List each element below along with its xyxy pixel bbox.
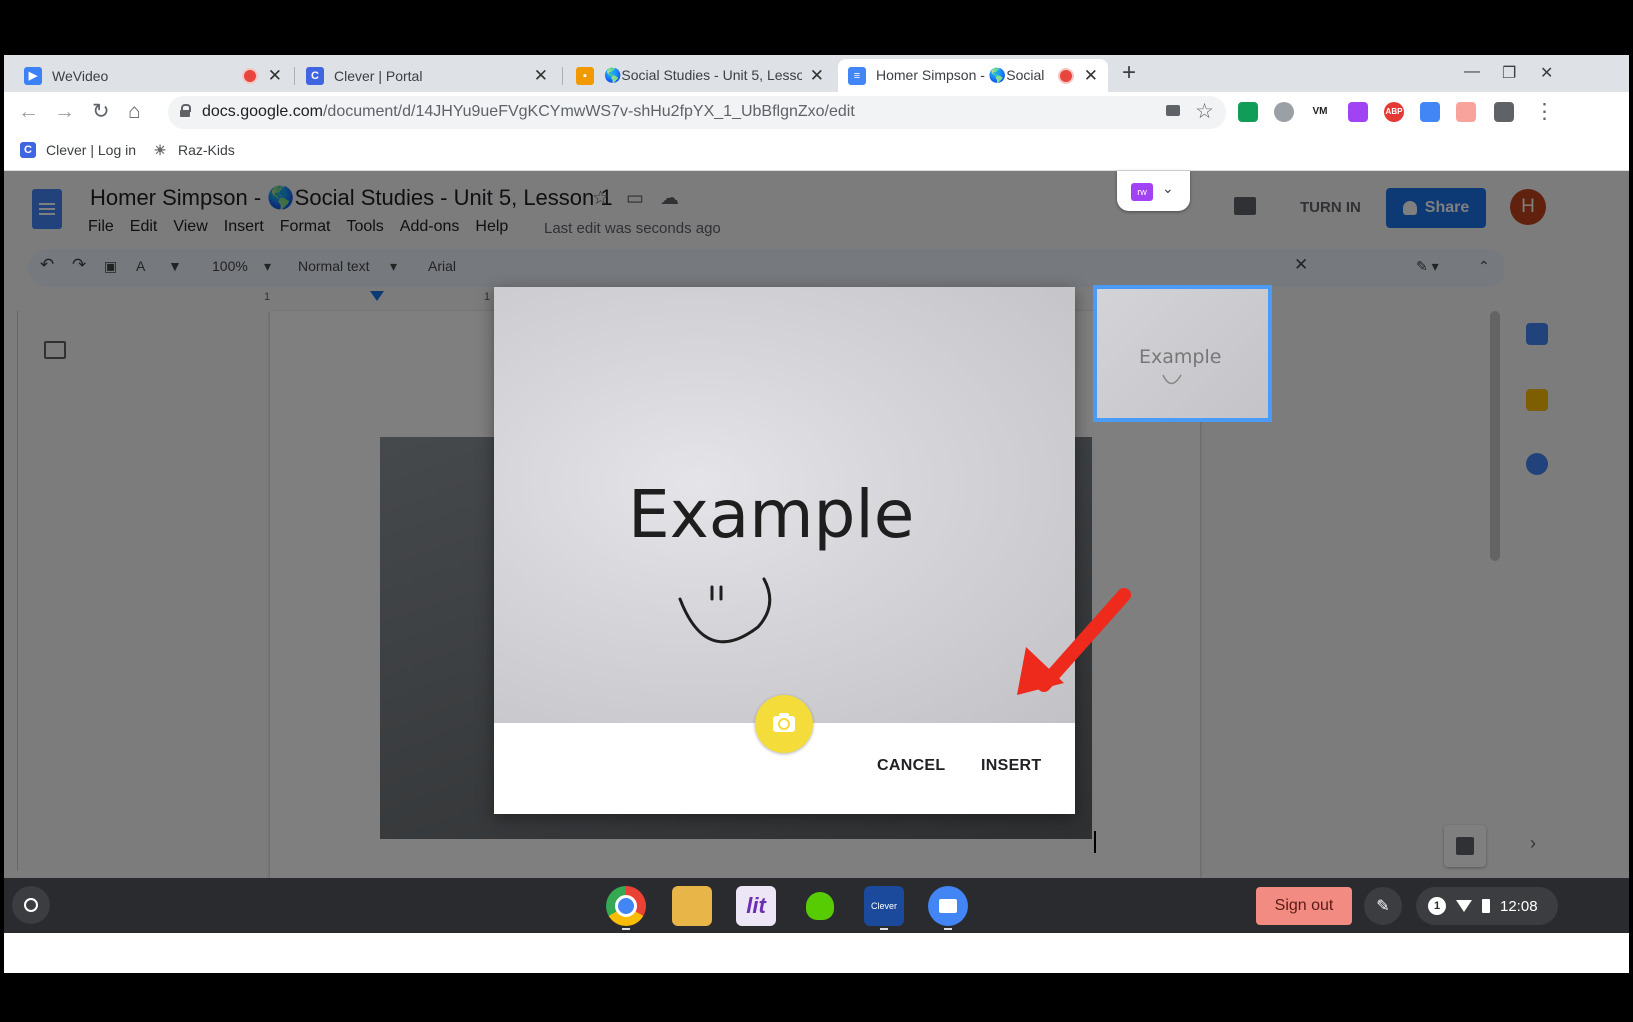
wifi-icon (1456, 900, 1472, 912)
running-indicator (880, 928, 888, 930)
stylus-tools-icon[interactable]: ✎ (1364, 887, 1402, 925)
launcher-button[interactable] (12, 886, 50, 924)
annotation-arrow-icon (1017, 588, 1131, 695)
lit-app-icon[interactable]: lit (736, 886, 776, 926)
chrome-app-icon[interactable] (606, 886, 646, 926)
clever-app-icon[interactable]: Clever (864, 886, 904, 926)
status-tray[interactable]: 1 12:08 (1416, 887, 1558, 925)
app-reader-icon[interactable] (672, 886, 712, 926)
notification-badge: 1 (1428, 897, 1446, 915)
chromeos-shelf: lit Clever Sign out ✎ 1 12:08 (4, 878, 1629, 933)
sign-out-button[interactable]: Sign out (1256, 887, 1352, 925)
running-indicator (944, 928, 952, 930)
chromeos-screen: ▶ WeVideo ✕ C Clever | Portal ✕ ▪ 🌎Socia… (4, 55, 1629, 973)
battery-icon (1482, 899, 1490, 913)
clock: 12:08 (1500, 897, 1538, 915)
running-indicator (622, 928, 630, 930)
owl-app-icon[interactable] (800, 886, 840, 926)
files-app-icon[interactable] (928, 886, 968, 926)
